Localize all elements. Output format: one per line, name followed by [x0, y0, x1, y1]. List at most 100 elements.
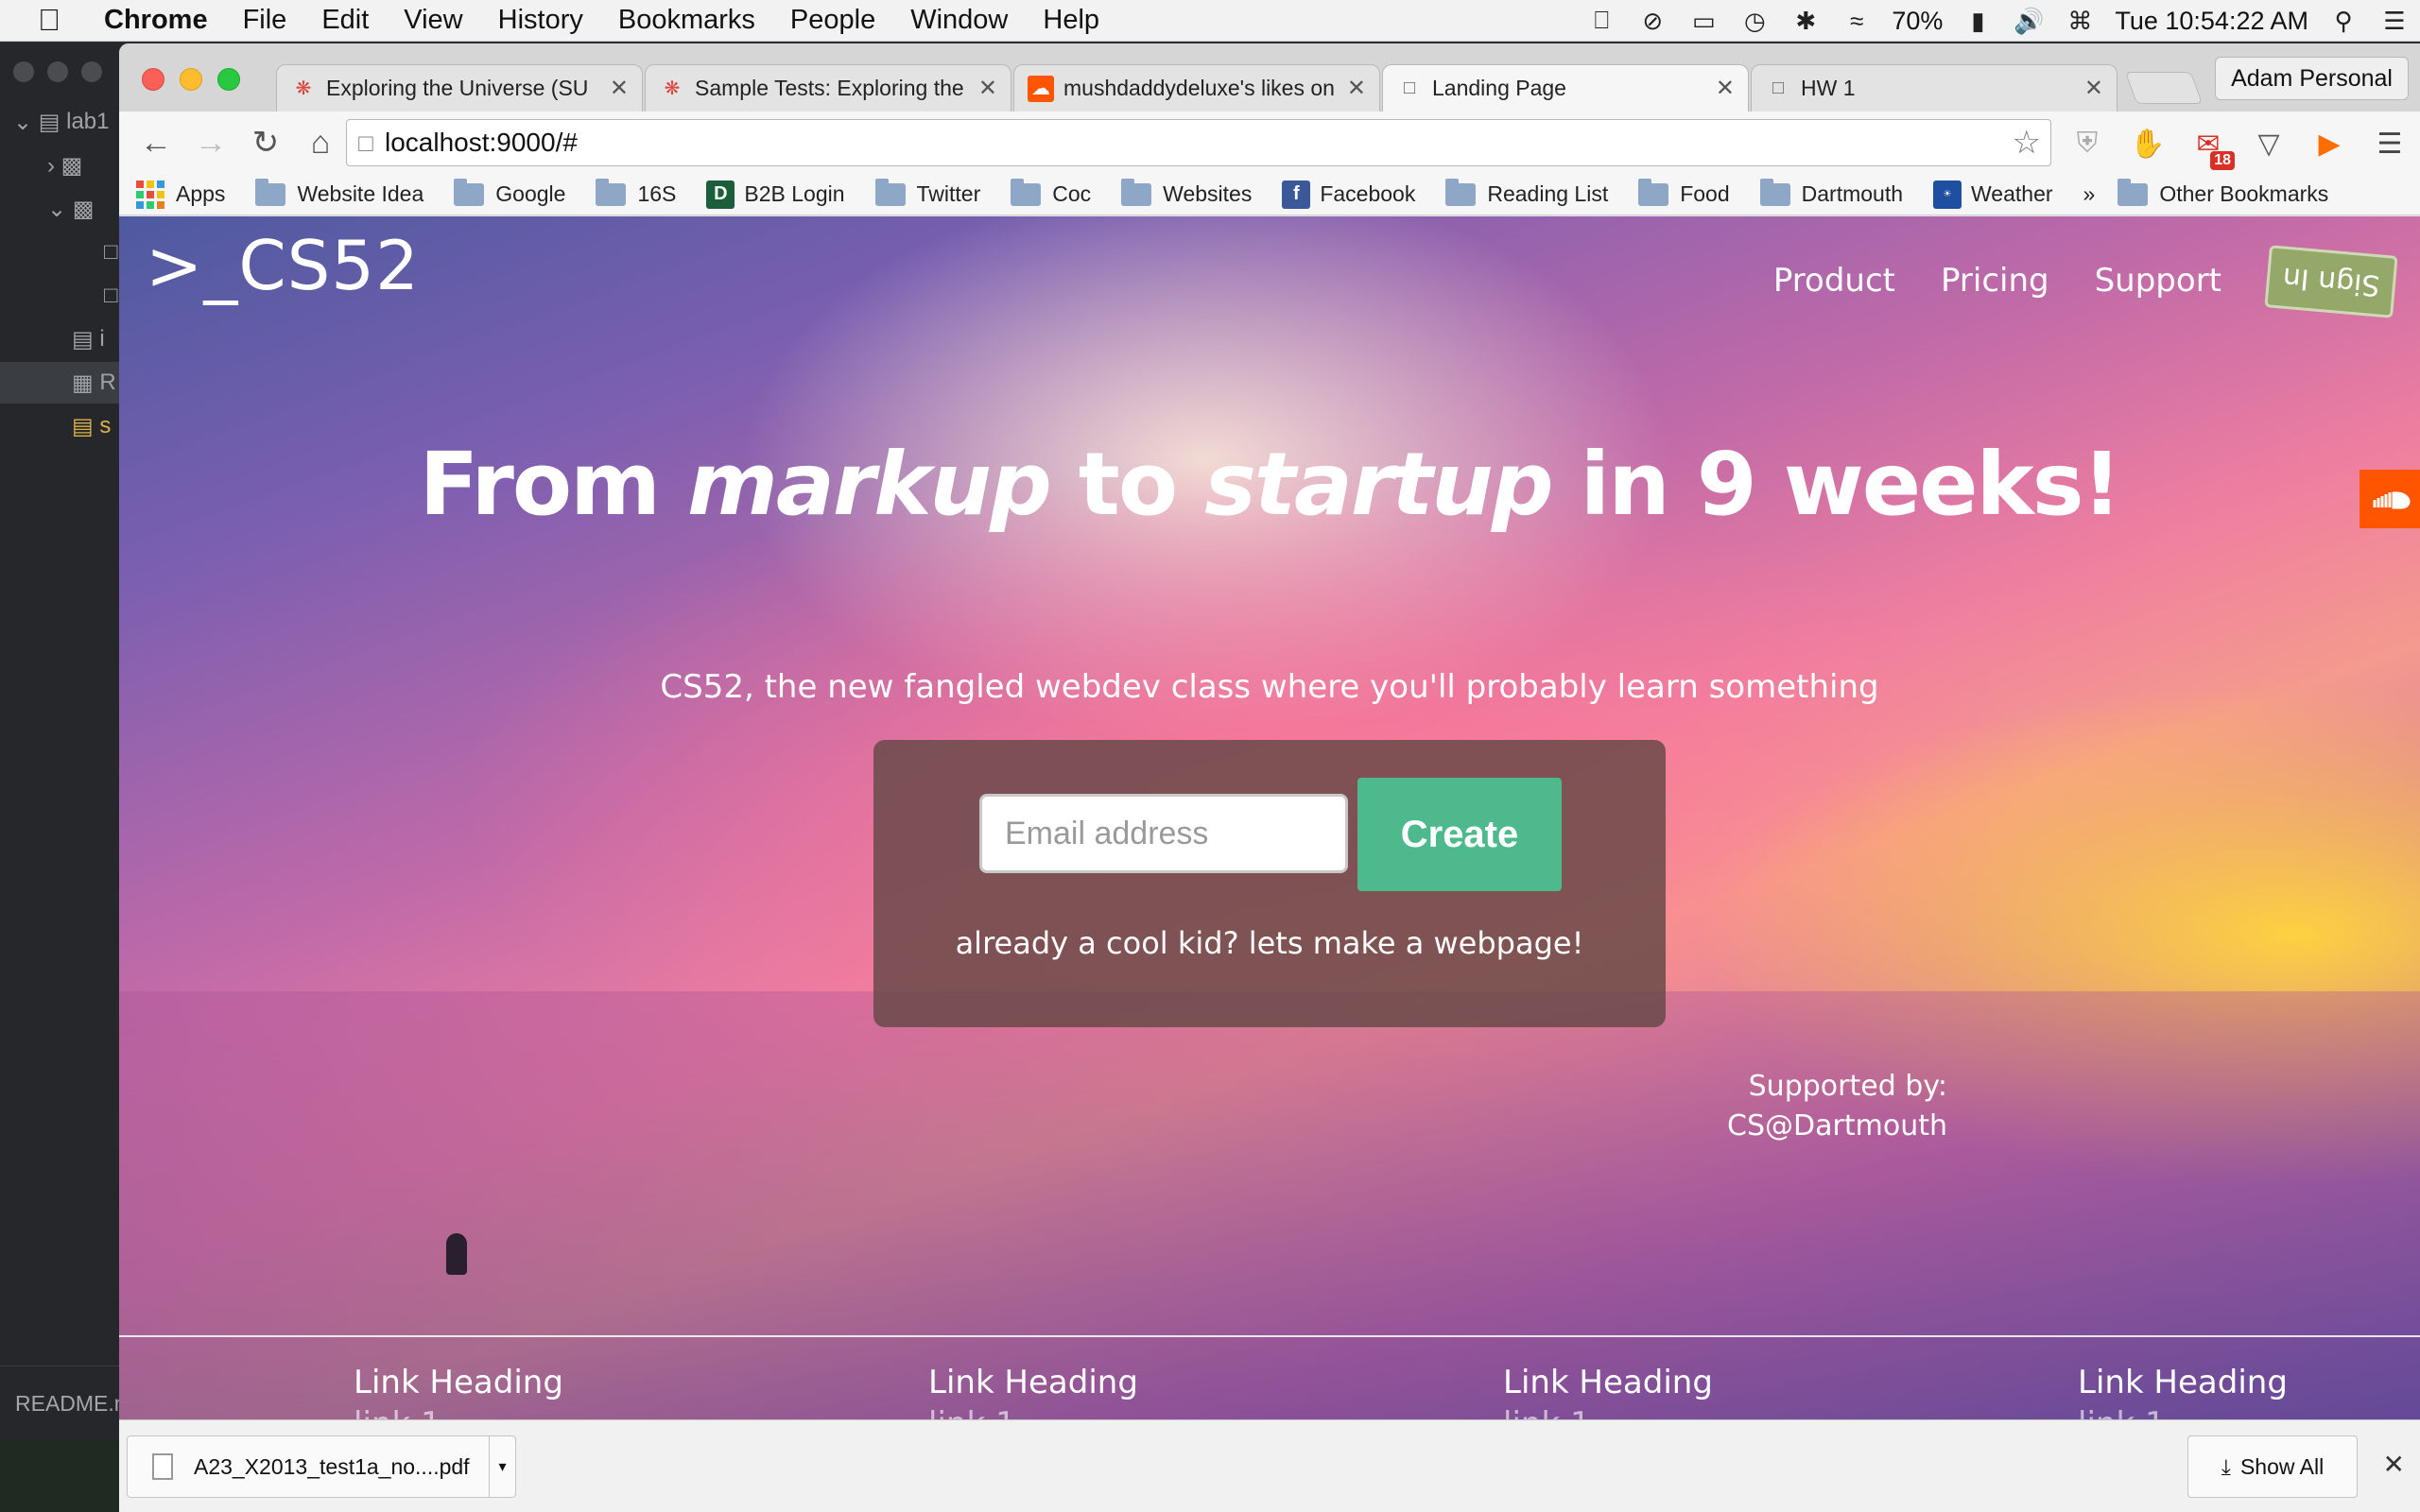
create-button[interactable]: Create: [1357, 778, 1562, 891]
menu-file[interactable]: File: [243, 5, 287, 36]
notification-center-icon[interactable]: ☰: [2378, 7, 2411, 35]
bookmarks-overflow-button[interactable]: »: [2083, 181, 2096, 207]
nav-product[interactable]: Product: [1773, 262, 1895, 300]
sign-in-button[interactable]: Sign In: [2264, 245, 2398, 318]
forward-arrow-icon[interactable]: →: [187, 119, 234, 166]
airplay-icon[interactable]: ▭: [1687, 7, 1720, 35]
tree-item-project[interactable]: ⌄ ▤ lab1: [0, 101, 121, 143]
tree-item-file[interactable]: ▤ s: [0, 405, 121, 447]
address-bar[interactable]: □ localhost:9000/# ☆: [346, 119, 2051, 166]
close-icon[interactable]: ✕: [2383, 1449, 2405, 1480]
tree-item-file[interactable]: □: [0, 232, 121, 273]
hero-headline: From markup to startup in 9 weeks!: [419, 434, 2122, 535]
toolbar: ← → ↻ ⌂ □ localhost:9000/# ☆ ⛨ ✋ ✉ 18 ▽ ▶…: [119, 112, 2420, 174]
folder-icon: [1011, 178, 1042, 206]
spotlight-icon[interactable]: ⚲: [2327, 7, 2360, 35]
chevron-down-icon[interactable]: ▾: [489, 1436, 515, 1497]
bookmark-coc[interactable]: Coc: [1011, 178, 1091, 207]
adblock-icon[interactable]: ✋: [2127, 123, 2169, 164]
footer-link[interactable]: link 1: [354, 1405, 563, 1419]
menu-app-name[interactable]: Chrome: [104, 5, 208, 36]
home-icon[interactable]: ⌂: [297, 119, 344, 166]
close-icon[interactable]: ✕: [610, 75, 629, 102]
bookmark-16s[interactable]: 16S: [596, 178, 676, 207]
bookmark-dartmouth[interactable]: Dartmouth: [1759, 178, 1903, 207]
bookmark-websites[interactable]: Websites: [1121, 178, 1252, 207]
site-brand[interactable]: >_CS52: [146, 226, 420, 305]
play-icon[interactable]: ▶: [2308, 123, 2350, 164]
minimize-window-button[interactable]: [180, 68, 202, 91]
footer-link[interactable]: link 1: [928, 1405, 1138, 1419]
tree-item-folder-open[interactable]: ⌄ ▩: [0, 188, 121, 230]
apple-icon[interactable]: : [38, 3, 76, 38]
block-icon[interactable]: ⊘: [1636, 7, 1668, 35]
download-item[interactable]: A23_X2013_test1a_no....pdf ▾: [127, 1435, 516, 1498]
bluetooth-icon[interactable]: ✱: [1789, 7, 1822, 35]
bookmark-website-idea[interactable]: Website Idea: [255, 178, 424, 207]
close-icon[interactable]: ✕: [1347, 75, 1366, 102]
reload-icon[interactable]: ↻: [242, 119, 289, 166]
bookmark-google[interactable]: Google: [454, 178, 565, 207]
profile-button[interactable]: Adam Personal: [2215, 57, 2409, 100]
email-field[interactable]: [979, 794, 1348, 873]
chrome-menu-icon[interactable]: ☰: [2369, 123, 2411, 164]
menu-window[interactable]: Window: [910, 5, 1008, 36]
close-icon[interactable]: ✕: [1716, 75, 1735, 102]
menu-help[interactable]: Help: [1043, 5, 1099, 36]
close-window-button[interactable]: [142, 68, 164, 91]
close-icon[interactable]: ✕: [2084, 75, 2103, 102]
url-text[interactable]: localhost:9000/#: [385, 128, 578, 158]
tab-sample-tests[interactable]: ❋ Sample Tests: Exploring the ✕: [645, 64, 1011, 112]
close-icon[interactable]: ✕: [978, 75, 997, 102]
clock[interactable]: Tue 10:54:22 AM: [2115, 7, 2308, 36]
back-arrow-icon[interactable]: ←: [132, 119, 180, 166]
footer-column: Link Heading link 1: [928, 1364, 1138, 1419]
tab-landing-page[interactable]: □ Landing Page ✕: [1382, 64, 1749, 112]
wifi-icon[interactable]: ≈: [1841, 7, 1873, 35]
tab-hw1[interactable]: □ HW 1 ✕: [1751, 64, 2118, 112]
tree-item-file[interactable]: ▤ i: [0, 318, 121, 360]
menu-bar:  Chrome File Edit View History Bookmark…: [0, 0, 2420, 42]
folder-icon: [596, 178, 627, 206]
bookmark-star-icon[interactable]: ☆: [2013, 124, 2041, 162]
menu-edit[interactable]: Edit: [321, 5, 369, 36]
gmail-icon[interactable]: ✉ 18: [2187, 123, 2235, 170]
menu-view[interactable]: View: [404, 5, 462, 36]
tab-soundcloud[interactable]: ☁ mushdaddydeluxe's likes on ✕: [1013, 64, 1380, 112]
footer-link[interactable]: link 1: [1503, 1405, 1713, 1419]
keyboard-icon[interactable]: ⌘: [2064, 7, 2096, 35]
volume-icon[interactable]: 🔊: [2013, 7, 2045, 35]
menu-history[interactable]: History: [498, 5, 583, 36]
bookmark-weather[interactable]: ☀ Weather: [1933, 180, 2053, 209]
time-machine-icon[interactable]: ◷: [1738, 7, 1771, 35]
bookmark-twitter[interactable]: Twitter: [874, 178, 980, 207]
bookmark-apps[interactable]: Apps: [136, 180, 225, 209]
status-area: ⎕ ⊘ ▭ ◷ ✱ ≈ 70% ▮ 🔊 ⌘ Tue 10:54:22 AM ⚲ …: [1576, 0, 2420, 42]
supported-by-org[interactable]: CS@Dartmouth: [1727, 1107, 1947, 1146]
footer-link[interactable]: link 1: [2078, 1405, 2288, 1419]
new-tab-button[interactable]: [2124, 72, 2204, 104]
editor-sidebar: ⌄ ▤ lab1 › ▩ ⌄ ▩ □ □ ▤ i ▦ R ▤ s README.…: [0, 43, 132, 1512]
bookmark-other-bookmarks[interactable]: Other Bookmarks: [2118, 178, 2328, 207]
tree-item-file[interactable]: □: [0, 275, 121, 317]
bookmark-b2b-login[interactable]: D B2B Login: [706, 180, 845, 209]
page-info-icon[interactable]: □: [347, 129, 385, 158]
b2b-icon: D: [706, 180, 735, 209]
bookmark-food[interactable]: Food: [1638, 178, 1730, 207]
nav-support[interactable]: Support: [2095, 262, 2221, 300]
nav-pricing[interactable]: Pricing: [1941, 262, 2049, 300]
tree-item-folder[interactable]: › ▩: [0, 145, 121, 186]
bookmark-reading-list[interactable]: Reading List: [1445, 178, 1608, 207]
html5-icon[interactable]: ⎕: [1585, 6, 1617, 35]
menu-bookmarks[interactable]: Bookmarks: [618, 5, 755, 36]
shield-icon[interactable]: ⛨: [2066, 123, 2108, 164]
pocket-icon[interactable]: ▽: [2248, 123, 2290, 164]
zoom-window-button[interactable]: [217, 68, 240, 91]
cool-kid-link[interactable]: already a cool kid? lets make a webpage!: [873, 925, 1666, 961]
show-all-button[interactable]: ⤓ Show All: [2187, 1435, 2358, 1498]
menu-people[interactable]: People: [790, 5, 875, 36]
battery-icon[interactable]: ▮: [1962, 7, 1994, 35]
bookmark-facebook[interactable]: f Facebook: [1282, 180, 1415, 209]
tab-exploring-universe[interactable]: ❋ Exploring the Universe (SU ✕: [276, 64, 643, 112]
tree-item-readme[interactable]: ▦ R: [0, 362, 121, 404]
